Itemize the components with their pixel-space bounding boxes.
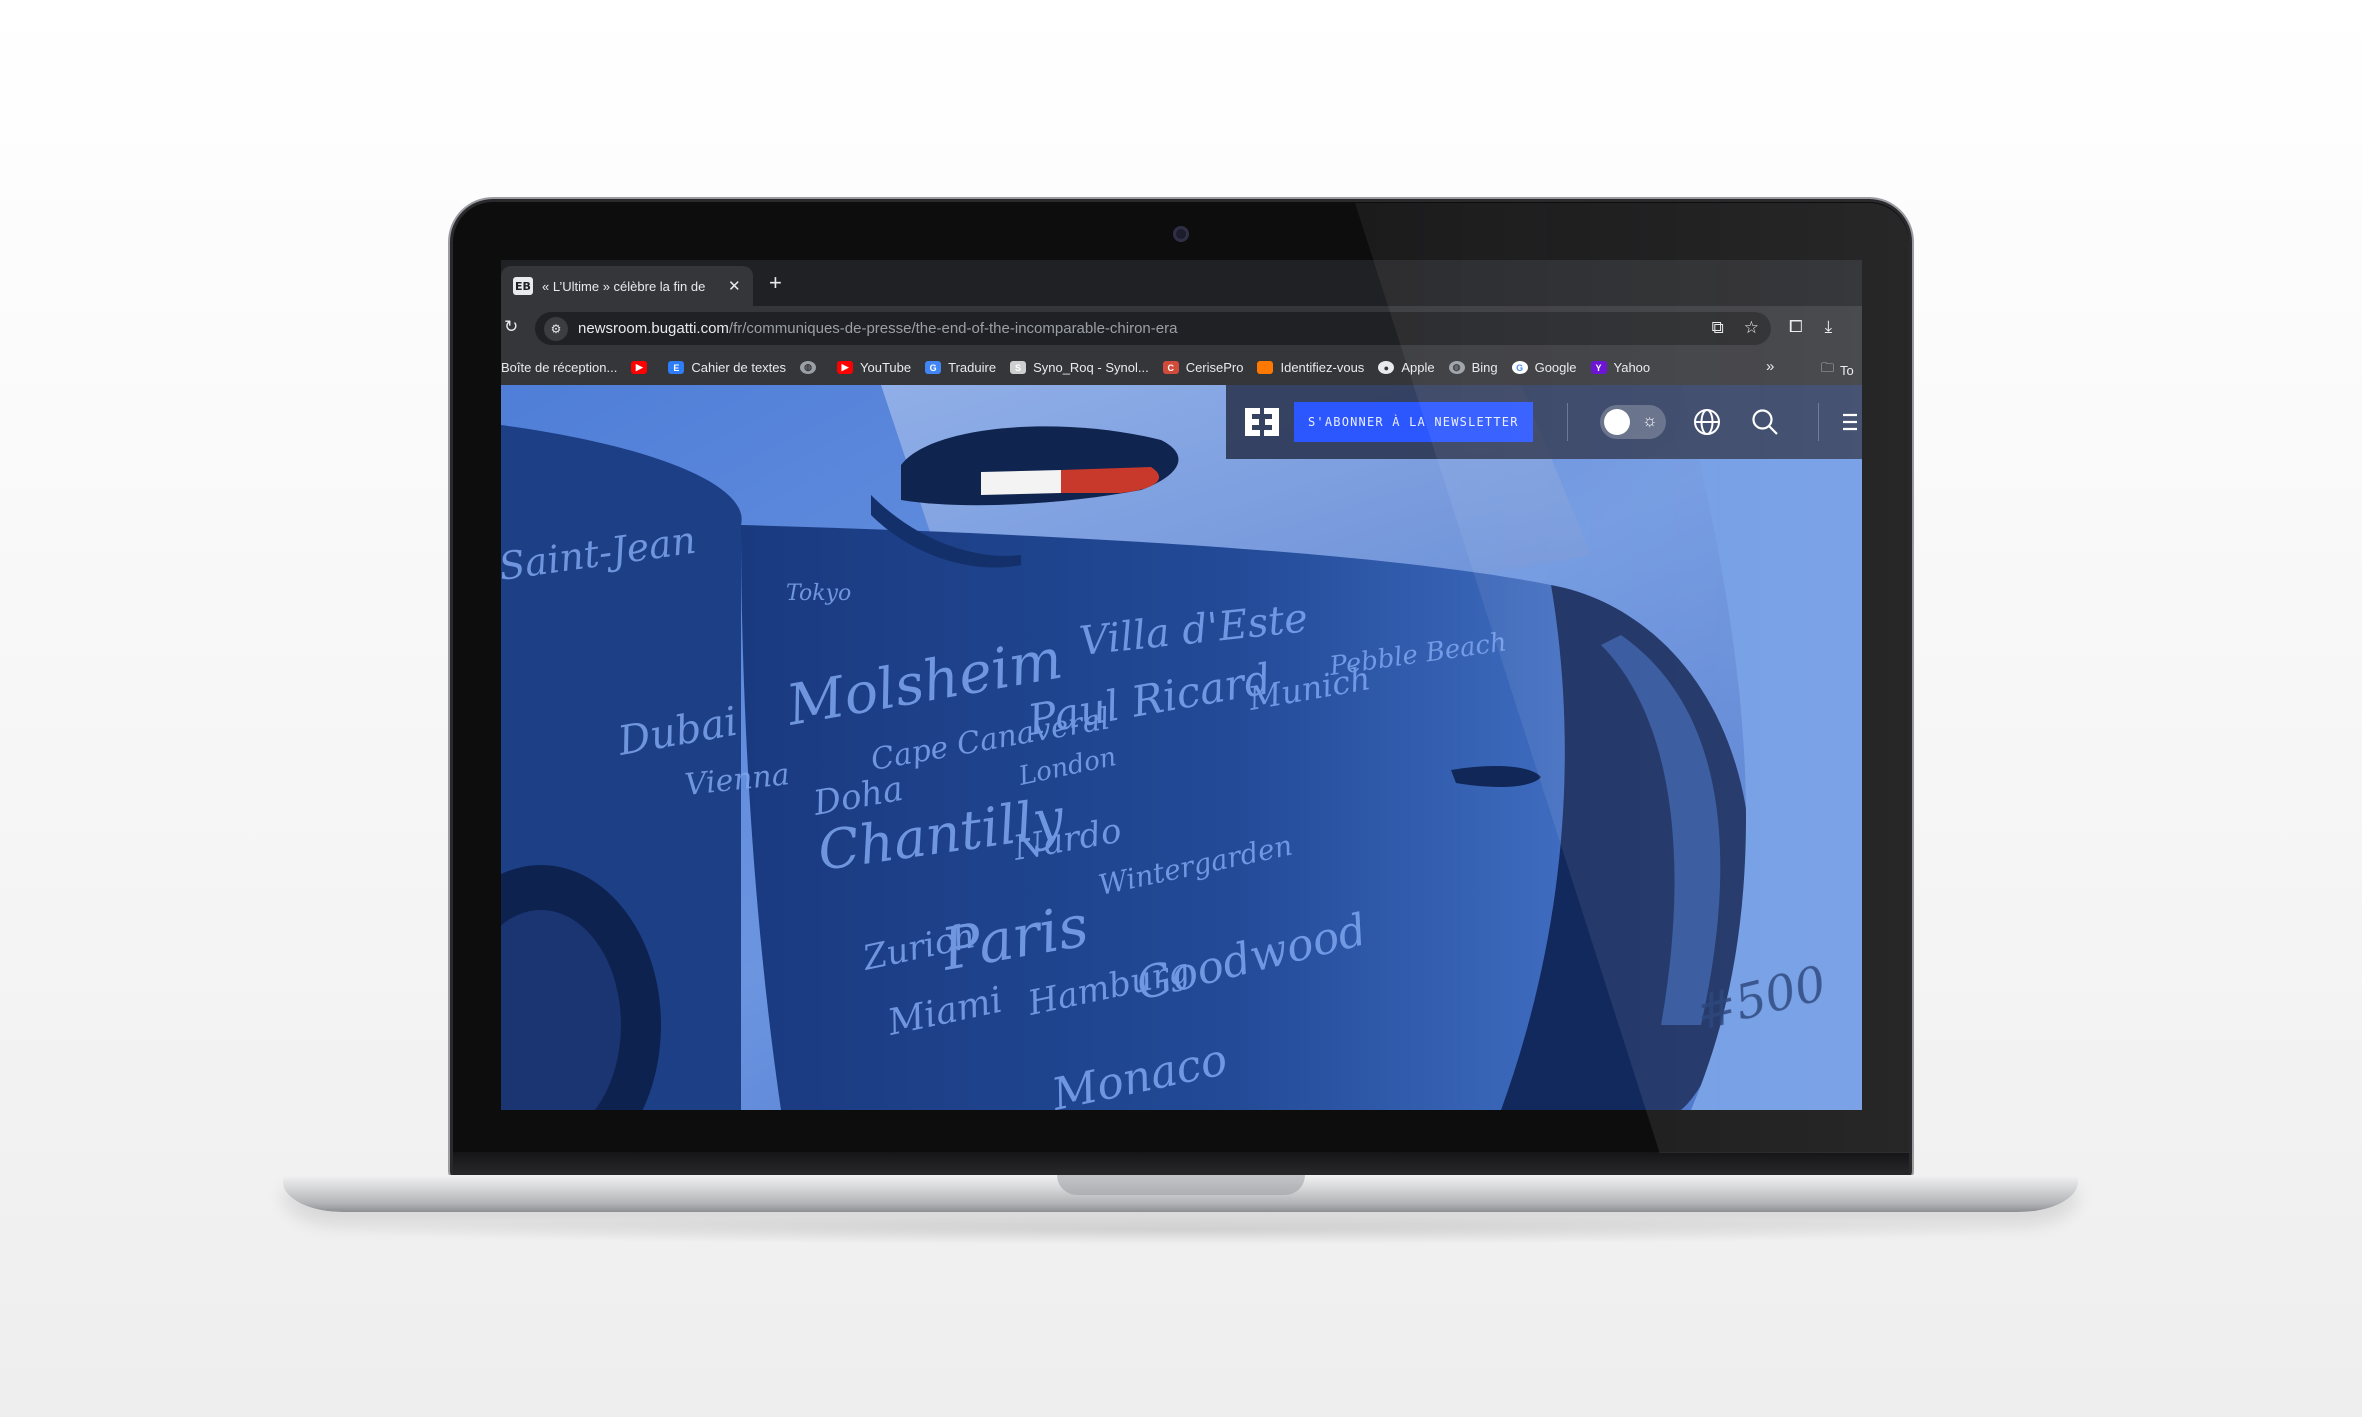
bookmarks-list: Boîte de réception... ▶ E Cahier de textes ◍… [501,350,1862,385]
bookmark-label: Syno_Roq - Synol... [1033,360,1149,375]
translate-icon: G [925,361,942,374]
toggle-knob [1603,409,1630,435]
bookmark-item[interactable]: ◍ [800,361,823,374]
trackpad-notch [1057,1175,1305,1195]
bookmark-label: Yahoo [1613,360,1651,375]
bookmark-item[interactable]: ▶ YouTube [837,360,911,375]
menu-hamburger-icon[interactable] [1841,409,1857,435]
bookmark-item[interactable]: G Traduire [925,360,996,375]
web-page: Saint-Jean Tokyo Villa d'Este Molsheim P… [501,385,1862,1110]
bookmarks-overflow-icon[interactable]: » [1766,358,1774,375]
yahoo-icon: Y [1590,361,1607,374]
globe-icon: ◍ [800,361,817,374]
sun-icon: ☼ [1642,411,1658,430]
apple-icon: ● [1378,361,1395,374]
bookmark-item[interactable]: C CerisePro [1162,360,1244,375]
bookmark-label: Traduire [948,360,997,375]
bookmark-folder-label: To [1840,362,1854,378]
url-path: /fr/communiques-de-presse/the-end-of-the… [728,320,1178,337]
bookmark-label: Identifiez-vous [1280,360,1365,375]
reload-icon[interactable]: ↻ [504,317,518,337]
webcam [1173,226,1189,242]
newsletter-subscribe-button[interactable]: S'ABONNER À LA NEWSLETTER [1294,402,1533,442]
browser-toolbar: ↻ ⚙ newsroom.bugatti.com/fr/communiques-… [501,306,1862,350]
bookmark-label: YouTube [860,360,912,375]
syno-icon: S [1010,361,1027,374]
globe-icon: ◍ [1448,361,1465,374]
bookmark-item[interactable]: ▶ [631,361,654,374]
tab-title: « L’Ultime » célèbre la fin de [542,278,706,294]
cerise-icon: C [1162,361,1179,374]
google-icon: G [1511,361,1528,374]
language-globe-icon[interactable] [1690,405,1724,439]
bookmark-item[interactable]: Y Yahoo [1590,360,1651,375]
browser-window: EB « L’Ultime » célèbre la fin de ✕ + ↻ … [501,260,1862,1110]
address-bar[interactable]: ⚙ newsroom.bugatti.com/fr/communiques-de… [535,312,1771,345]
bookmark-label: CerisePro [1185,360,1244,375]
install-app-icon[interactable]: ⧉ [1712,318,1724,338]
search-icon[interactable] [1748,405,1782,439]
bookmark-item[interactable]: G Google [1511,360,1577,375]
site-info-icon[interactable]: ⚙ [544,316,568,341]
youtube-icon: ▶ [631,361,648,374]
hero-image: Saint-Jean Tokyo Villa d'Este Molsheim P… [501,385,1862,1110]
youtube-icon: ▶ [837,361,854,374]
bookmark-folder[interactable]: 🗀 To [1821,359,1854,381]
folder-icon: 🗀 [1821,360,1835,375]
extensions-icon[interactable]: ⧠ [1789,317,1803,337]
theme-toggle[interactable]: ☼ [1599,405,1666,439]
bookmark-item[interactable]: ● Apple [1378,360,1435,375]
orange-icon [1257,361,1274,374]
bookmark-item[interactable]: ◍ Bing [1448,360,1498,375]
bookmark-label: Bing [1471,360,1498,375]
bookmark-label: Cahier de textes [691,360,787,375]
bookmark-item[interactable]: E Cahier de textes [668,360,786,375]
bookmark-star-icon[interactable]: ☆ [1744,318,1759,338]
bookmark-label: Boîte de réception... [501,360,618,375]
url-text: newsroom.bugatti.com/fr/communiques-de-p… [578,320,1177,337]
nav-divider [1566,403,1568,441]
bookmark-item[interactable]: Boîte de réception... [501,360,617,375]
bugatti-logo-icon[interactable] [1242,402,1282,442]
bookmark-item[interactable]: Identifiez-vous [1257,360,1364,375]
close-tab-icon[interactable]: ✕ [728,277,741,295]
site-header: S'ABONNER À LA NEWSLETTER ☼ [1226,385,1862,459]
url-host: newsroom.bugatti.com [578,320,729,337]
nav-divider [1817,403,1819,441]
laptop-shadow [330,1215,2030,1245]
bookmarks-bar: Boîte de réception... ▶ E Cahier de textes ◍… [501,350,1862,386]
new-tab-button[interactable]: + [769,270,782,296]
bookmark-label: Apple [1401,360,1435,375]
bugatti-favicon-icon: EB [513,277,533,295]
browser-tab[interactable]: EB « L’Ultime » célèbre la fin de ✕ [501,266,753,306]
tab-strip: EB « L’Ultime » célèbre la fin de ✕ + [501,260,1862,306]
bookmark-item[interactable]: S Syno_Roq - Synol... [1010,360,1149,375]
download-icon[interactable]: ⤓ [1825,317,1833,337]
script-tokyo: Tokyo [786,581,851,606]
ed-icon: E [668,361,685,374]
bookmark-label: Google [1534,360,1577,375]
